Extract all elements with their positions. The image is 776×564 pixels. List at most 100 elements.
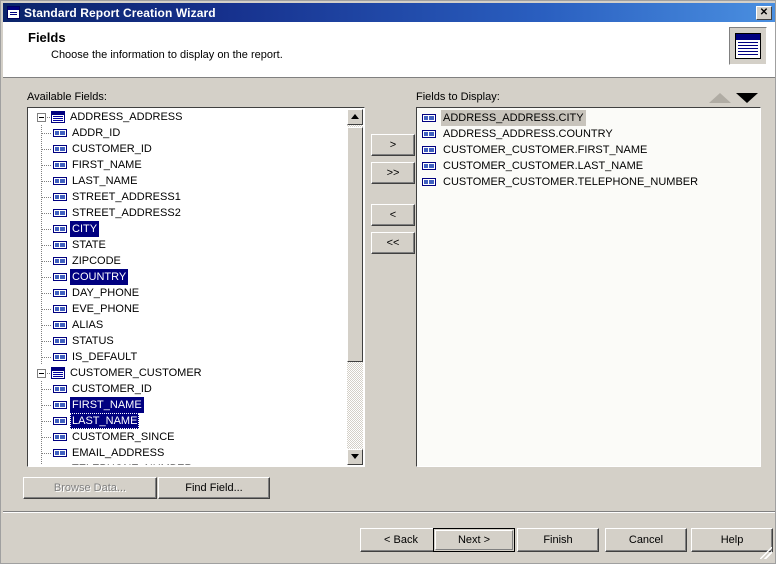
tree-field-node[interactable]: STREET_ADDRESS2 [29, 205, 347, 221]
tree-node-label: CUSTOMER_CUSTOMER [70, 367, 202, 379]
next-button[interactable]: Next > [433, 528, 515, 552]
tree-field-node[interactable]: EVE_PHONE [29, 301, 347, 317]
display-field-row[interactable]: ADDRESS_ADDRESS.CITY [419, 110, 760, 126]
display-field-row[interactable]: CUSTOMER_CUSTOMER.LAST_NAME [419, 158, 760, 174]
add-all-fields-button[interactable]: >> [371, 162, 415, 184]
close-icon[interactable]: ✕ [756, 5, 772, 20]
tree-field-node[interactable]: STATUS [29, 333, 347, 349]
display-field-row[interactable]: CUSTOMER_CUSTOMER.TELEPHONE_NUMBER [419, 174, 760, 190]
tree-node-label: CITY [70, 221, 100, 237]
field-icon [53, 177, 67, 185]
wizard-body: Available Fields: Fields to Display: ADD… [3, 79, 775, 511]
tree-node-label: LAST_NAME [70, 413, 140, 429]
fields-to-display-label: Fields to Display: [416, 91, 500, 103]
tree-node-label: STATE [72, 239, 106, 251]
report-wizard-icon [7, 6, 20, 19]
tree-field-node[interactable]: COUNTRY [29, 269, 347, 285]
cancel-button[interactable]: Cancel [605, 528, 687, 552]
display-field-row[interactable]: ADDRESS_ADDRESS.COUNTRY [419, 126, 760, 142]
tree-field-node[interactable]: ADDR_ID [29, 125, 347, 141]
tree-table-node[interactable]: CUSTOMER_CUSTOMER [29, 365, 347, 381]
sort-down-arrow-icon[interactable] [736, 93, 758, 103]
tree-node-label: EMAIL_ADDRESS [72, 447, 165, 459]
tree-connector [42, 293, 52, 294]
field-icon [53, 433, 67, 441]
field-icon [53, 305, 67, 313]
tree-connector [42, 421, 52, 422]
tree-connector [42, 389, 52, 390]
sort-up-arrow-icon[interactable] [709, 93, 731, 103]
field-icon [53, 337, 67, 345]
tree-field-node[interactable]: FIRST_NAME [29, 397, 347, 413]
display-field-row[interactable]: CUSTOMER_CUSTOMER.FIRST_NAME [419, 142, 760, 158]
window-title: Standard Report Creation Wizard [24, 5, 216, 20]
sort-arrows [703, 90, 761, 106]
expand-collapse-icon[interactable] [37, 113, 46, 122]
finish-button[interactable]: Finish [517, 528, 599, 552]
display-field-label: ADDRESS_ADDRESS.COUNTRY [443, 128, 613, 140]
tree-field-node[interactable]: ZIPCODE [29, 253, 347, 269]
tree-connector [42, 437, 52, 438]
tree-connector [42, 213, 52, 214]
field-icon [53, 417, 67, 425]
page-title: Fields [28, 30, 66, 45]
available-fields-tree[interactable]: ADDRESS_ADDRESS ADDR_ID CUSTOMER_ID FIRST_N… [27, 107, 365, 467]
tree-connector [41, 461, 42, 465]
tree-field-node[interactable]: IS_DEFAULT [29, 349, 347, 365]
expand-collapse-icon[interactable] [37, 369, 46, 378]
back-button[interactable]: < Back [360, 528, 442, 552]
tree-table-node[interactable]: ADDRESS_ADDRESS [29, 109, 347, 125]
field-icon [53, 193, 67, 201]
tree-field-node[interactable]: CUSTOMER_ID [29, 141, 347, 157]
tree-node-label: LAST_NAME [72, 175, 138, 187]
tree-connector [42, 149, 52, 150]
tree-node-label: ALIAS [72, 319, 104, 331]
field-icon [422, 146, 436, 154]
field-icon [53, 145, 67, 153]
tree-field-node[interactable]: LAST_NAME [29, 173, 347, 189]
field-icon [53, 241, 67, 249]
available-fields-label: Available Fields: [27, 91, 107, 103]
tree-field-node[interactable]: FIRST_NAME [29, 157, 347, 173]
tree-field-node[interactable]: TELEPHONE_NUMBER [29, 461, 347, 465]
resize-grip-icon[interactable] [760, 547, 772, 559]
scroll-down-button[interactable] [347, 449, 363, 465]
field-icon [53, 225, 67, 233]
add-field-button[interactable]: > [371, 134, 415, 156]
fields-to-display-list[interactable]: ADDRESS_ADDRESS.CITY ADDRESS_ADDRESS.COUN… [416, 107, 761, 467]
browse-data-button[interactable]: Browse Data... [23, 477, 157, 499]
display-field-label: CUSTOMER_CUSTOMER.LAST_NAME [443, 160, 644, 172]
tree-field-node[interactable]: EMAIL_ADDRESS [29, 445, 347, 461]
field-icon [422, 130, 436, 138]
tree-connector [42, 133, 52, 134]
remove-all-fields-button[interactable]: << [371, 232, 415, 254]
tree-field-node[interactable]: CITY [29, 221, 347, 237]
tree-field-node[interactable]: CUSTOMER_ID [29, 381, 347, 397]
tree-scrollbar[interactable] [347, 109, 363, 465]
field-icon [422, 162, 436, 170]
tree-node-label: EVE_PHONE [72, 303, 140, 315]
display-field-label: CUSTOMER_CUSTOMER.FIRST_NAME [443, 144, 648, 156]
standard-report-creation-wizard-window: Standard Report Creation Wizard ✕ Fields… [0, 0, 776, 564]
tree-field-node[interactable]: LAST_NAME [29, 413, 347, 429]
tree-connector [42, 277, 52, 278]
tree-node-label: CUSTOMER_SINCE [72, 431, 175, 443]
tree-field-node[interactable]: STREET_ADDRESS1 [29, 189, 347, 205]
scroll-up-button[interactable] [347, 109, 363, 125]
tree-node-label: FIRST_NAME [72, 159, 142, 171]
tree-field-node[interactable]: DAY_PHONE [29, 285, 347, 301]
tree-field-node[interactable]: ALIAS [29, 317, 347, 333]
remove-field-button[interactable]: < [371, 204, 415, 226]
tree-field-node[interactable]: STATE [29, 237, 347, 253]
display-field-label: ADDRESS_ADDRESS.CITY [441, 110, 586, 126]
tree-node-label: COUNTRY [70, 269, 129, 285]
tree-node-label: DAY_PHONE [72, 287, 140, 299]
table-icon [51, 367, 65, 379]
tree-connector [42, 165, 52, 166]
window-titlebar: Standard Report Creation Wizard ✕ [3, 3, 775, 22]
tree-field-node[interactable]: CUSTOMER_SINCE [29, 429, 347, 445]
tree-node-label: STREET_ADDRESS2 [72, 207, 181, 219]
find-field-button[interactable]: Find Field... [158, 477, 270, 499]
scrollbar-thumb[interactable] [347, 127, 363, 362]
field-icon [53, 129, 67, 137]
